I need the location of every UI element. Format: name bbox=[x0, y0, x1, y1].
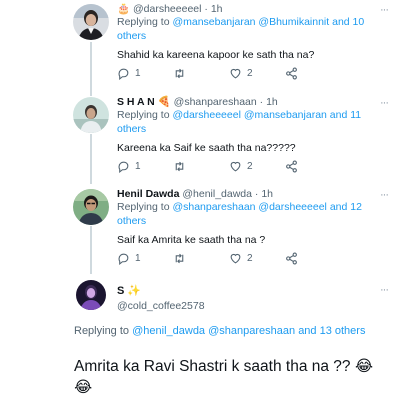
tweet-actions: 1 2 bbox=[117, 252, 341, 265]
separator: · bbox=[259, 96, 264, 108]
reply-icon bbox=[118, 161, 129, 173]
replying-links[interactable]: @darsheeeeel @mansebanjaran bbox=[172, 109, 326, 121]
user-emoji: 🍕 bbox=[157, 96, 171, 108]
display-name[interactable]: S bbox=[117, 285, 124, 297]
replying-to: Replying to @henil_dawda @shanpareshaan … bbox=[74, 324, 374, 339]
avatar[interactable] bbox=[76, 280, 106, 310]
like-count: 2 bbox=[247, 253, 253, 264]
replying-prefix: Replying to bbox=[74, 325, 130, 337]
separator: · bbox=[204, 3, 208, 15]
main-user: S ✨ bbox=[117, 284, 141, 298]
reply-count: 1 bbox=[135, 68, 141, 79]
avatar[interactable] bbox=[73, 4, 109, 40]
retweet-icon bbox=[175, 161, 184, 172]
like-count: 2 bbox=[247, 68, 253, 79]
tweet-header: 🎂 @darsheeeeel · 1h bbox=[117, 2, 387, 16]
like-button[interactable]: 2 bbox=[229, 160, 285, 173]
reply-icon bbox=[118, 68, 129, 80]
tweet-text: Saif ka Amrita ke saath tha na ? bbox=[117, 234, 266, 246]
user-emoji: ✨ bbox=[127, 285, 142, 297]
replying-links[interactable]: @shanpareshaan @darsheeeeel bbox=[172, 201, 326, 213]
reply-button[interactable]: 1 bbox=[117, 67, 173, 80]
tweet-actions: 1 2 bbox=[117, 160, 341, 173]
more-options-icon[interactable]: ··· bbox=[380, 189, 389, 201]
more-options-icon[interactable]: ··· bbox=[380, 4, 389, 16]
handle[interactable]: @shanpareshaan bbox=[174, 96, 257, 108]
retweet-button[interactable] bbox=[173, 252, 229, 265]
share-button[interactable] bbox=[285, 67, 341, 80]
display-name[interactable]: S H A N bbox=[117, 96, 155, 108]
timestamp[interactable]: 1h bbox=[261, 188, 273, 200]
reply-icon bbox=[118, 253, 129, 265]
reply-count: 1 bbox=[135, 161, 141, 172]
share-icon bbox=[286, 67, 297, 80]
handle[interactable]: @henil_dawda bbox=[182, 188, 252, 200]
retweet-icon bbox=[175, 253, 184, 264]
tweet-text: Kareena ka Saif ke saath tha na????? bbox=[117, 142, 296, 154]
replying-prefix: Replying to bbox=[117, 16, 170, 28]
retweet-icon bbox=[175, 68, 184, 79]
thread-line bbox=[90, 226, 92, 274]
share-button[interactable] bbox=[285, 160, 341, 173]
replying-links[interactable]: @henil_dawda @shanpareshaan bbox=[132, 325, 295, 337]
handle[interactable]: @cold_coffee2578 bbox=[117, 300, 205, 312]
handle[interactable]: @darsheeeeel bbox=[133, 3, 201, 15]
share-icon bbox=[286, 160, 297, 173]
reply-count: 1 bbox=[135, 253, 141, 264]
replying-to: Replying to @mansebanjaran @Bhumikainnit… bbox=[117, 16, 387, 43]
tweet-text: Amrita ka Ravi Shastri k saath tha na ??… bbox=[74, 358, 373, 396]
replying-to: Replying to @darsheeeeel @mansebanjaran … bbox=[117, 109, 387, 136]
reply-button[interactable]: 1 bbox=[117, 160, 173, 173]
display-name[interactable]: Henil Dawda bbox=[117, 188, 179, 200]
more-options-icon[interactable]: ··· bbox=[380, 97, 389, 109]
like-count: 2 bbox=[247, 161, 253, 172]
replying-prefix: Replying to bbox=[117, 201, 170, 213]
tweet-header: S H A N 🍕 @shanpareshaan · 1h bbox=[117, 95, 387, 109]
tweet-header: Henil Dawda @henil_dawda · 1h bbox=[117, 187, 387, 201]
thread-line bbox=[90, 134, 92, 184]
reply-button[interactable]: 1 bbox=[117, 252, 173, 265]
avatar[interactable] bbox=[73, 97, 109, 133]
tweet-actions: 1 2 bbox=[117, 67, 341, 80]
like-icon bbox=[230, 161, 241, 172]
share-button[interactable] bbox=[285, 252, 341, 265]
like-icon bbox=[230, 253, 241, 264]
timestamp[interactable]: 1h bbox=[266, 96, 278, 108]
more-options-icon[interactable]: ··· bbox=[380, 284, 389, 296]
tweet-text: Shahid ka kareena kapoor ke sath tha na? bbox=[117, 49, 315, 61]
replying-prefix: Replying to bbox=[117, 109, 170, 121]
user-emoji: 🎂 bbox=[117, 3, 131, 15]
like-icon bbox=[230, 68, 241, 79]
thread-line bbox=[90, 42, 92, 96]
share-icon bbox=[286, 252, 297, 265]
replying-others[interactable]: and 13 others bbox=[298, 325, 365, 337]
separator: · bbox=[254, 188, 259, 200]
timestamp[interactable]: 1h bbox=[211, 3, 223, 15]
replying-to: Replying to @shanpareshaan @darsheeeeel … bbox=[117, 201, 387, 228]
main-tweet: S ✨ @cold_coffee2578 ··· Replying to @he… bbox=[0, 276, 400, 400]
like-button[interactable]: 2 bbox=[229, 67, 285, 80]
like-button[interactable]: 2 bbox=[229, 252, 285, 265]
retweet-button[interactable] bbox=[173, 160, 229, 173]
avatar[interactable] bbox=[73, 189, 109, 225]
replying-links[interactable]: @mansebanjaran @Bhumikainnit bbox=[172, 16, 329, 28]
retweet-button[interactable] bbox=[173, 67, 229, 80]
